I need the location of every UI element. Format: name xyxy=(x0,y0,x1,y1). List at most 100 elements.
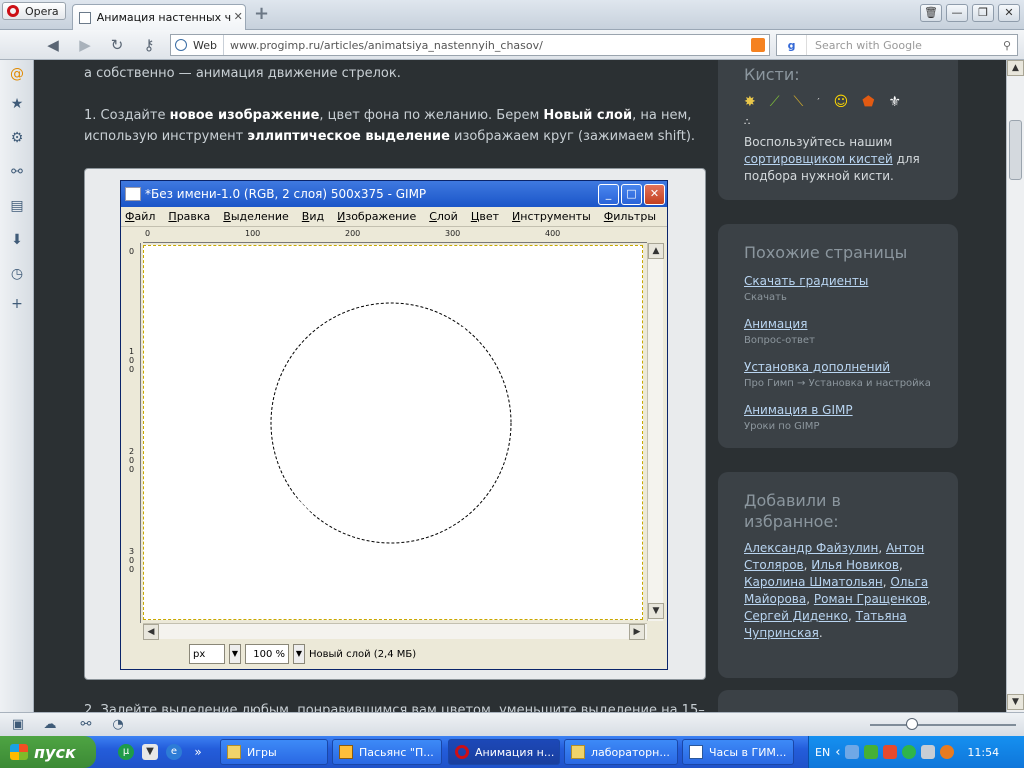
download-icon[interactable] xyxy=(864,745,879,759)
share-icon[interactable]: ⚯ xyxy=(9,164,25,180)
speed-dial-icon[interactable]: ◔ xyxy=(110,717,126,733)
page-scrollbar[interactable]: ▲ ▼ xyxy=(1006,60,1024,712)
similar-page-category: Скачать xyxy=(744,292,787,303)
chevron-down-icon: ▼ xyxy=(293,644,305,664)
search-icon[interactable]: ⚲ xyxy=(997,39,1017,52)
ati-icon[interactable] xyxy=(883,745,898,759)
grass-brush-icon[interactable]: ⟋ xyxy=(770,94,780,110)
tab-title: Анимация настенных ч... xyxy=(96,11,232,24)
notes-icon[interactable]: ▤ xyxy=(9,198,25,214)
cloud-icon[interactable]: ☁ xyxy=(42,717,58,733)
address-url[interactable]: www.progimp.ru/articles/animatsiya_naste… xyxy=(224,39,751,52)
network-icon[interactable] xyxy=(845,745,860,759)
brushes-text-part: Воспользуйтесь нашим xyxy=(744,135,893,149)
update-icon[interactable] xyxy=(940,745,955,759)
volume-icon[interactable] xyxy=(921,745,936,759)
similar-page-link[interactable]: Скачать градиенты xyxy=(744,273,932,290)
shield-brush-icon[interactable]: ⬟ xyxy=(862,94,874,110)
start-button[interactable]: пуск xyxy=(0,736,96,768)
check-icon[interactable] xyxy=(902,745,917,759)
address-bar[interactable]: Web www.progimp.ru/articles/animatsiya_n… xyxy=(170,34,770,56)
smiley-brush-icon[interactable]: ☺ xyxy=(834,94,849,110)
zoom-slider[interactable] xyxy=(870,724,1016,726)
gimp-menu-item: Выделение xyxy=(223,210,289,223)
tab-active[interactable]: Анимация настенных ч... ✕ xyxy=(72,4,246,30)
favorite-user-link[interactable]: Каролина Шматольян xyxy=(744,575,883,589)
key-icon[interactable]: ⚷ xyxy=(140,36,158,54)
gear-icon[interactable]: ⚙ xyxy=(9,130,25,146)
rss-icon[interactable] xyxy=(751,38,765,52)
task-opera[interactable]: Анимация н... xyxy=(448,739,560,765)
restore-icon[interactable]: ❐ xyxy=(972,4,994,22)
ruler-tick-label: 200 xyxy=(129,447,135,474)
downloads-icon[interactable]: ⬇ xyxy=(9,232,25,248)
stroke-brush-icon[interactable]: ⟍ xyxy=(794,94,804,110)
document-icon xyxy=(125,187,141,201)
zoom-slider-handle[interactable] xyxy=(906,718,918,730)
reload-icon[interactable]: ↻ xyxy=(108,36,126,54)
brush-sorter-link[interactable]: сортировщиком кистей xyxy=(744,152,893,166)
unite-icon[interactable]: ⚯ xyxy=(78,717,94,733)
selection-circle xyxy=(270,302,512,544)
close-window-icon[interactable]: ✕ xyxy=(998,4,1020,22)
dots-brush-icon[interactable]: ∴ xyxy=(744,117,932,128)
similar-page-link[interactable]: Анимация xyxy=(744,316,932,333)
task-folder-games[interactable]: Игры xyxy=(220,739,328,765)
address-scheme[interactable]: Web xyxy=(171,35,224,55)
brushes-box: Кисти: ✸ ⟋ ⟍ ′ ☺ ⬟ ⚜ ∴ Воспользуйтесь на… xyxy=(718,60,958,200)
web-page: а собственно — анимация движение стрелок… xyxy=(34,60,1006,712)
internet-explorer-icon[interactable]: e xyxy=(166,744,182,760)
selection-gap xyxy=(459,326,488,360)
task-solitaire[interactable]: Пасьянс "П... xyxy=(332,739,442,765)
gimp-menu-item: Слой xyxy=(429,210,458,223)
page-favicon-icon xyxy=(79,11,91,24)
dash-brush-icon[interactable]: ′ xyxy=(817,97,819,108)
brush-previews[interactable]: ✸ ⟋ ⟍ ′ ☺ ⬟ ⚜ xyxy=(744,91,932,113)
favorite-user-link[interactable]: Сергей Диденко xyxy=(744,609,848,623)
step1-bold: Новый слой xyxy=(543,108,633,123)
gimp-canvas xyxy=(143,245,643,620)
utorrent-icon[interactable]: µ xyxy=(118,744,134,760)
windows-flag-icon xyxy=(10,744,28,760)
similar-page-link[interactable]: Анимация в GIMP xyxy=(744,402,932,419)
ruler-tick-label: 300 xyxy=(445,229,461,238)
bookmarks-icon[interactable]: ★ xyxy=(9,96,25,112)
security-icon[interactable]: ▼ xyxy=(142,744,158,760)
task-word[interactable]: Часы в ГИМ... xyxy=(682,739,794,765)
language-indicator[interactable]: EN xyxy=(815,746,830,759)
similar-page-link[interactable]: Установка дополнений xyxy=(744,359,932,376)
back-icon[interactable]: ◀ xyxy=(44,36,62,54)
step1-text: , цвет фона по желанию. Берем xyxy=(319,108,544,123)
tray-expand-icon[interactable]: ‹ xyxy=(835,745,840,760)
task-label: Пасьянс "П... xyxy=(359,745,434,759)
sparkle-brush-icon[interactable]: ✸ xyxy=(744,94,756,110)
globe-icon xyxy=(175,39,187,51)
more-quicklaunch-icon[interactable]: » xyxy=(190,744,206,760)
selection-gap xyxy=(282,486,322,528)
fleur-brush-icon[interactable]: ⚜ xyxy=(888,94,901,110)
close-tab-icon[interactable]: ✕ xyxy=(231,10,245,25)
minimize-icon[interactable]: — xyxy=(946,4,968,22)
task-folder-lab[interactable]: лабораторн... xyxy=(564,739,678,765)
add-panel-icon[interactable]: + xyxy=(9,296,25,312)
scroll-up-icon[interactable]: ▲ xyxy=(1007,60,1024,76)
favorites-list: Александр Файзулин, Антон Столяров, Илья… xyxy=(744,541,931,640)
history-icon[interactable]: ◷ xyxy=(9,266,25,282)
gimp-menu-item: Изображение xyxy=(337,210,417,223)
panel-toggle-icon[interactable]: ▣ xyxy=(10,717,26,733)
gimp-menu-item: Цвет xyxy=(470,210,500,223)
forward-icon[interactable]: ▶ xyxy=(76,36,94,54)
scroll-down-icon[interactable]: ▼ xyxy=(1007,694,1024,710)
step1-bold: эллиптическое выделение xyxy=(247,129,450,144)
google-icon[interactable]: g xyxy=(777,35,807,55)
trash-icon[interactable]: 🗑 xyxy=(920,4,942,22)
favorite-user-link[interactable]: Илья Новиков xyxy=(811,558,899,572)
favorite-user-link[interactable]: Александр Файзулин xyxy=(744,541,878,555)
scroll-thumb[interactable] xyxy=(1009,120,1022,180)
search-box[interactable]: g Search with Google ⚲ xyxy=(776,34,1018,56)
favorite-user-link[interactable]: Роман Гращенков xyxy=(814,592,927,606)
mail-icon[interactable]: @ xyxy=(9,66,25,82)
search-input[interactable]: Search with Google xyxy=(807,39,997,52)
new-tab-icon[interactable]: + xyxy=(254,5,270,23)
opera-menu-button[interactable]: Opera xyxy=(2,2,66,20)
